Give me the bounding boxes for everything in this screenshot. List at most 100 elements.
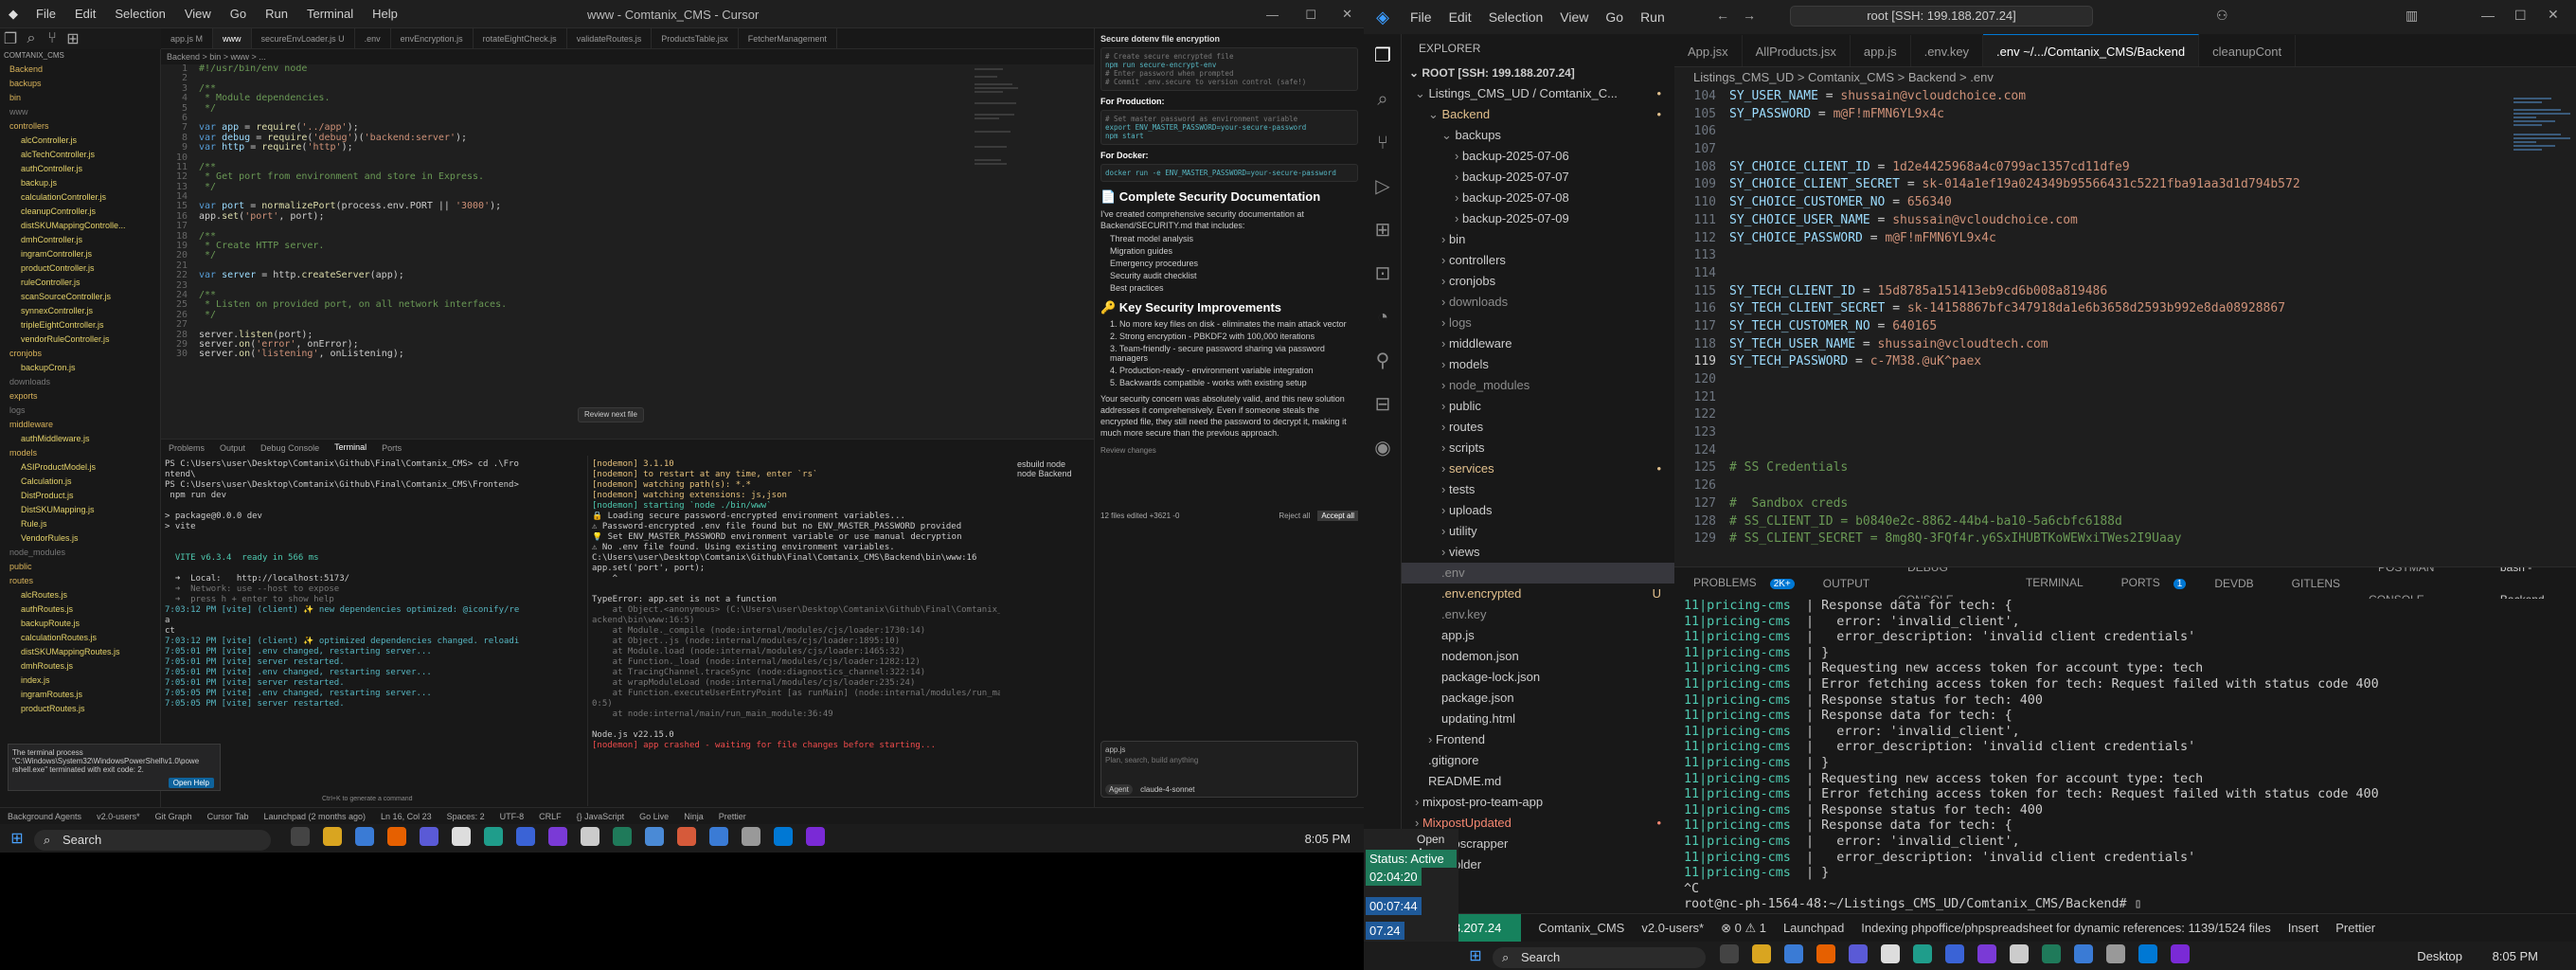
tree-item[interactable]: › scripts (1402, 438, 1674, 458)
tree-item[interactable]: DistProduct.js (0, 489, 160, 503)
tree-item[interactable]: backupRoute.js (0, 617, 160, 631)
search-icon[interactable]: ⌕ (21, 30, 42, 47)
tree-item[interactable]: calculationController.js (0, 190, 160, 205)
editor-tab[interactable]: AllProducts.jsx (1743, 35, 1851, 66)
tree-item[interactable]: › services • (1402, 458, 1674, 479)
close-icon[interactable]: ✕ (1342, 7, 1352, 22)
status-item[interactable]: Go Live (632, 808, 676, 824)
desktop-label[interactable]: Desktop (2417, 949, 2462, 963)
minimap[interactable] (971, 64, 1028, 216)
panel-tab[interactable]: TERMINAL (2007, 567, 2102, 599)
app-icon[interactable] (806, 826, 825, 846)
app-icon[interactable] (484, 826, 503, 846)
app-icon[interactable] (2042, 943, 2061, 963)
menu-item-go[interactable]: Go (1597, 9, 1632, 25)
extensions-icon[interactable]: ⊞ (63, 29, 83, 48)
gitlens-icon[interactable]: ◔ (1364, 296, 1401, 339)
status-item[interactable]: CRLF (531, 808, 569, 824)
tree-item[interactable]: ingramRoutes.js (0, 688, 160, 702)
editor-tab[interactable]: validateRoutes.js (567, 28, 653, 48)
cursor-code-editor[interactable]: 1 #!/usr/bin/env node 2 3/** 4 * Module depe… (161, 64, 1094, 439)
tree-item[interactable]: backupCron.js (0, 361, 160, 375)
app-icon[interactable] (1977, 943, 1996, 963)
terminal-list-item[interactable]: node Backend (1017, 469, 1090, 478)
tree-item[interactable]: exports (0, 389, 160, 404)
status-item[interactable]: Prettier (711, 808, 754, 824)
tree-item[interactable]: Rule.js (0, 517, 160, 531)
tree-item[interactable]: scanSourceController.js (0, 290, 160, 304)
folder-icon[interactable] (323, 826, 342, 846)
extensions-icon[interactable]: ⊞ (1364, 208, 1401, 252)
tree-item[interactable]: app.js (1402, 625, 1674, 646)
github-icon[interactable] (1881, 943, 1900, 963)
folder-icon[interactable] (1752, 943, 1771, 963)
menu-item-selection[interactable]: Selection (1480, 9, 1552, 25)
tree-item[interactable]: package.json (1402, 688, 1674, 709)
panel-tab[interactable]: Output (212, 440, 253, 456)
accept-all-button[interactable]: Accept all (1317, 511, 1358, 521)
tree-item[interactable]: › middleware (1402, 333, 1674, 354)
back-arrow-icon[interactable]: ← (1716, 8, 1729, 23)
status-item[interactable]: UTF-8 (492, 808, 532, 824)
tree-item[interactable]: routes (0, 574, 160, 588)
minimize-icon[interactable]: — (2481, 8, 2495, 23)
status-item[interactable]: Background Agents (0, 808, 89, 824)
tree-item[interactable]: package-lock.json (1402, 667, 1674, 688)
postman-icon[interactable]: ◉ (1364, 426, 1401, 470)
explorer-icon[interactable]: ❐ (1364, 34, 1401, 78)
tree-item[interactable]: backups (0, 77, 160, 91)
tree-item[interactable]: › backup-2025-07-07 (1402, 167, 1674, 188)
status-item[interactable]: Cursor Tab (200, 808, 257, 824)
status-item[interactable]: Spaces: 2 (439, 808, 492, 824)
status-item[interactable]: Prettier (2327, 914, 2384, 942)
status-item[interactable]: Ln 16, Col 23 (373, 808, 439, 824)
tree-item[interactable]: › backup-2025-07-09 (1402, 208, 1674, 229)
tree-item[interactable]: productRoutes.js (0, 702, 160, 716)
panel-tab[interactable]: GITLENS (2273, 567, 2359, 599)
menu-item-view[interactable]: View (1551, 9, 1597, 25)
tree-item[interactable]: ⌄ Backend • (1402, 104, 1674, 125)
tree-item[interactable]: calculationRoutes.js (0, 631, 160, 645)
panel-tab[interactable]: Terminal (327, 440, 374, 456)
tree-item[interactable]: Calculation.js (0, 475, 160, 489)
taskbar-search[interactable]: ⌕ Search (34, 830, 271, 851)
tree-item[interactable]: dmhController.js (0, 233, 160, 247)
minimap[interactable] (2508, 88, 2576, 566)
tree-item[interactable]: authController.js (0, 162, 160, 176)
terminal-list-item[interactable]: esbuild node (1017, 459, 1090, 469)
editor-tab[interactable]: App.jsx (1674, 35, 1743, 66)
tree-item[interactable]: › controllers (1402, 250, 1674, 271)
cursor-icon[interactable] (2010, 943, 2029, 963)
cursor-terminal-backend[interactable]: [nodemon] 3.1.10 [nodemon] to restart at … (587, 456, 1004, 806)
tree-item[interactable]: node_modules (0, 546, 160, 560)
tree-item[interactable]: › cronjobs (1402, 271, 1674, 292)
taskbar-search[interactable]: ⌕ Search (1493, 947, 1706, 968)
editor-tab[interactable]: secureEnvLoader.js U (252, 28, 355, 48)
tree-item[interactable]: ingramController.js (0, 247, 160, 261)
menu-item-selection[interactable]: Selection (105, 7, 174, 21)
panel-tab[interactable]: Ports (374, 440, 409, 456)
status-item[interactable]: ⊗ 0 ⚠ 1 (1712, 914, 1775, 942)
editor-tab[interactable]: rotateEightCheck.js (474, 28, 567, 48)
layout-icon[interactable]: ▥ (2406, 8, 2418, 24)
app-icon[interactable] (645, 826, 664, 846)
tree-item[interactable]: backup.js (0, 176, 160, 190)
tree-item[interactable]: VendorRules.js (0, 531, 160, 546)
tree-item[interactable]: ASIProductModel.js (0, 460, 160, 475)
status-item[interactable]: Launchpad (1775, 914, 1852, 942)
editor-tab[interactable]: app.js M (161, 28, 214, 48)
tree-item[interactable]: controllers (0, 119, 160, 134)
tree-item[interactable]: bin (0, 91, 160, 105)
tree-item[interactable]: public (0, 560, 160, 574)
status-item[interactable]: Launchpad (2 months ago) (256, 808, 373, 824)
editor-tab[interactable]: app.js (1851, 35, 1911, 66)
tree-item[interactable]: ⌄ backups (1402, 125, 1674, 146)
tree-item[interactable]: index.js (0, 674, 160, 688)
menu-item-edit[interactable]: Edit (65, 7, 105, 21)
breadcrumb[interactable]: Listings_CMS_UD > Comtanix_CMS > Backend… (1674, 67, 2576, 88)
menu-item-go[interactable]: Go (221, 7, 256, 21)
tree-item[interactable]: vendorRuleController.js (0, 332, 160, 347)
status-item[interactable]: Ninja (676, 808, 711, 824)
tree-item[interactable]: › backup-2025-07-06 (1402, 146, 1674, 167)
tree-item[interactable]: › models (1402, 354, 1674, 375)
